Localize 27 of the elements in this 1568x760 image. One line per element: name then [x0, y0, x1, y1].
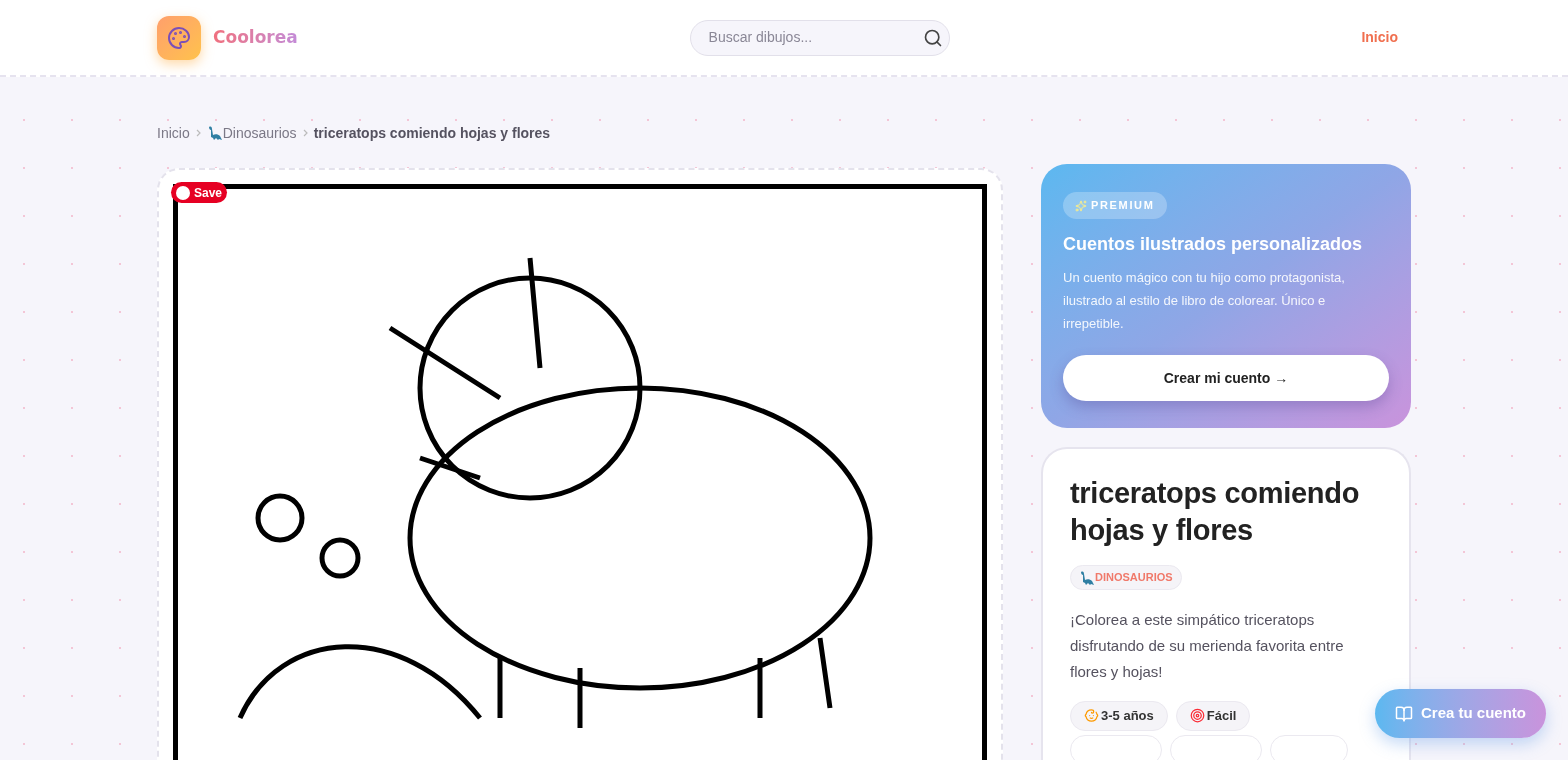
info-tag: Fácil	[1175, 700, 1251, 731]
search-bar[interactable]: Buscar dibujos...	[689, 19, 950, 56]
save-button[interactable]: Save	[171, 182, 228, 203]
nav-link[interactable]: Inicio	[1361, 27, 1398, 48]
page-title: triceratops comiendo hojas y flores	[1070, 476, 1361, 548]
chevron-icon	[195, 129, 201, 137]
baby-icon	[1084, 708, 1099, 723]
create-story-button[interactable]: Crear mi cuento →	[1063, 355, 1389, 401]
search-icon[interactable]	[922, 27, 943, 48]
chevron-icon	[302, 129, 308, 137]
category-badge[interactable]: DINOSAURIOS	[1070, 565, 1182, 590]
breadcrumb-link[interactable]: Dinosaurios	[206, 122, 297, 144]
breadcrumb-link[interactable]: Inicio	[157, 122, 190, 144]
logo-icon[interactable]	[157, 15, 201, 60]
target-icon	[1189, 708, 1205, 723]
search-field[interactable]: Buscar dibujos...	[708, 27, 899, 48]
info-tag: 3-5 años	[1070, 700, 1168, 731]
premium-text: Un cuento mágico con tu hijo como protagonista, ilustrado al estilo de libro de colorear. Único e irrepetible.	[1063, 269, 1346, 333]
dinosaur-icon	[1079, 569, 1095, 586]
sparkles-icon	[1075, 199, 1087, 212]
premium-title: Cuentos ilustrados personalizados	[1063, 233, 1364, 256]
premium-badge: PREMIUM	[1063, 192, 1167, 219]
description-text: ¡Colorea a este simpático triceratops disfrutando de su merienda favorita entre flores y hojas!	[1070, 609, 1345, 682]
create-story-fab[interactable]: Crea tu cuento	[1375, 689, 1546, 738]
book-icon	[1395, 704, 1413, 723]
breadcrumb-current: triceratops comiendo hojas y flores	[313, 123, 551, 143]
dinosaur-icon	[206, 125, 223, 141]
